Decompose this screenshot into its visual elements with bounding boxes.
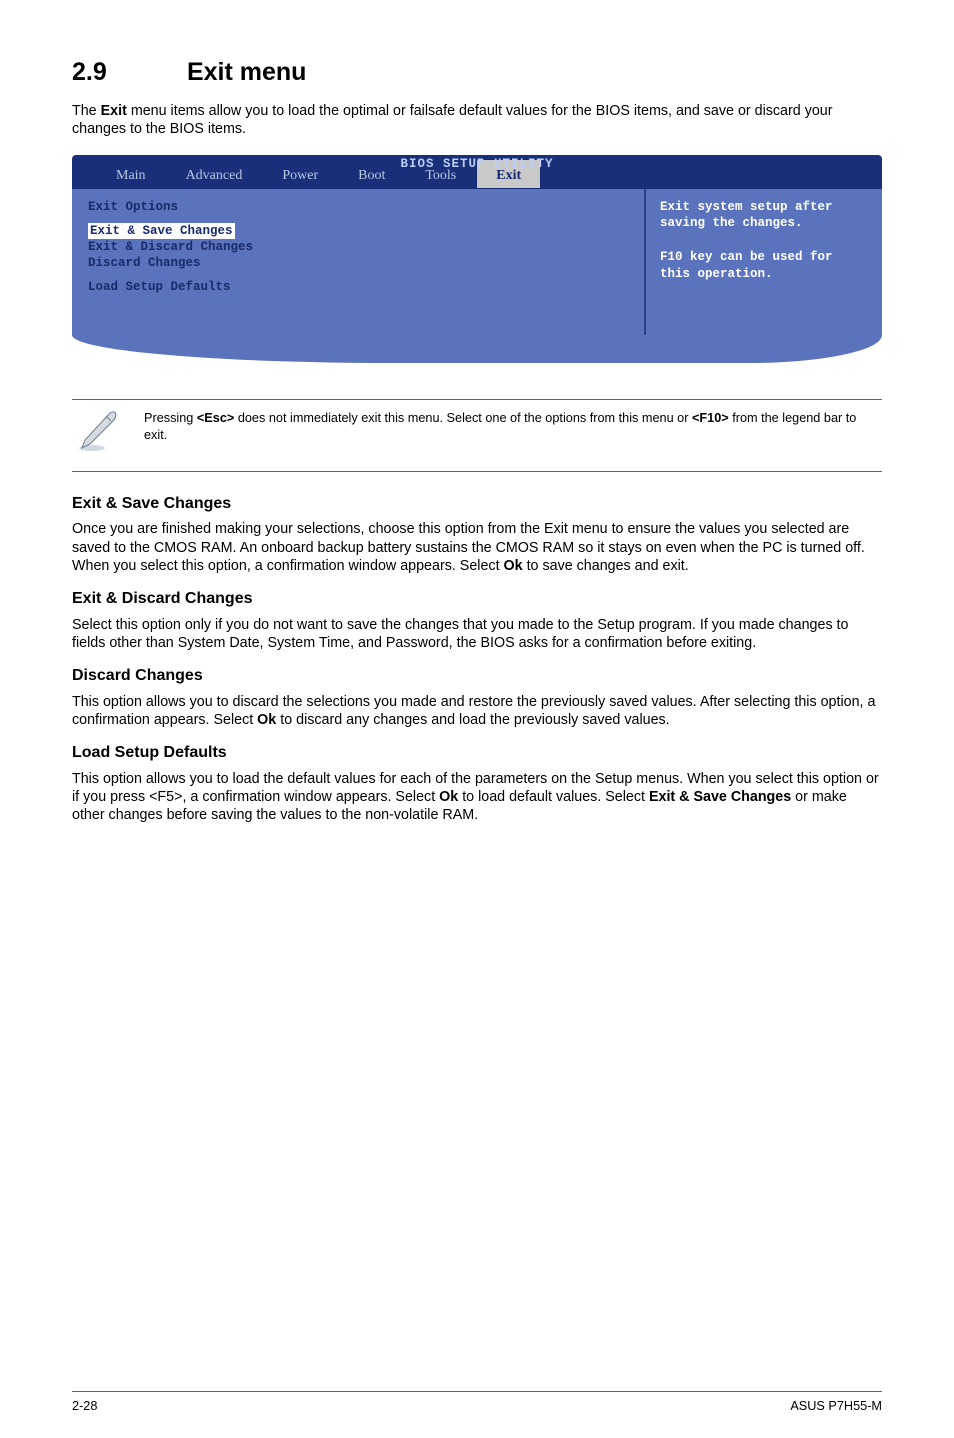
note-icon <box>76 410 120 459</box>
paragraph-exit-discard-changes: Select this option only if you do not wa… <box>72 616 882 653</box>
footer-product: ASUS P7H55-M <box>790 1398 882 1414</box>
bios-left-pane: Exit Options Exit & Save Changes Exit & … <box>72 189 646 335</box>
bios-option-discard: Discard Changes <box>88 256 201 270</box>
heading-exit-save-changes: Exit & Save Changes <box>72 494 882 514</box>
paragraph-load-setup-defaults: This option allows you to load the defau… <box>72 770 882 825</box>
section-title: Exit menu <box>187 58 306 86</box>
bios-body: Exit Options Exit & Save Changes Exit & … <box>72 189 882 335</box>
bios-tab-boot: Boot <box>338 159 405 189</box>
bios-help-text: Exit system setup after saving the chang… <box>660 199 868 283</box>
heading-exit-discard-changes: Exit & Discard Changes <box>72 589 882 609</box>
bios-right-pane: Exit system setup after saving the chang… <box>646 189 882 335</box>
heading-load-setup-defaults: Load Setup Defaults <box>72 743 882 763</box>
bios-tab-advanced: Advanced <box>166 159 263 189</box>
bios-menubar: BIOS SETUP UTILITY Main Advanced Power B… <box>72 155 882 189</box>
section-number: 2.9 <box>72 56 180 88</box>
footer-page-number: 2-28 <box>72 1398 97 1414</box>
intro-paragraph: The Exit menu items allow you to load th… <box>72 102 882 139</box>
paragraph-exit-save-changes: Once you are finished making your select… <box>72 520 882 575</box>
bios-option-load-defaults: Load Setup Defaults <box>88 280 231 294</box>
paragraph-discard-changes: This option allows you to discard the se… <box>72 693 882 730</box>
note-text: Pressing <Esc> does not immediately exit… <box>144 410 878 444</box>
page-title: 2.9 Exit menu <box>72 56 882 88</box>
heading-discard-changes: Discard Changes <box>72 666 882 686</box>
bios-screenshot: BIOS SETUP UTILITY Main Advanced Power B… <box>72 155 882 363</box>
bios-exit-options-heading: Exit Options <box>88 199 630 215</box>
page-footer: 2-28 ASUS P7H55-M <box>72 1391 882 1414</box>
bios-utility-title: BIOS SETUP UTILITY <box>400 156 553 172</box>
bios-option-exit-discard: Exit & Discard Changes <box>88 240 253 254</box>
bios-tab-power: Power <box>262 159 338 189</box>
bios-tab-main: Main <box>96 159 166 189</box>
note-block: Pressing <Esc> does not immediately exit… <box>72 399 882 472</box>
bios-option-exit-save: Exit & Save Changes <box>88 223 235 239</box>
